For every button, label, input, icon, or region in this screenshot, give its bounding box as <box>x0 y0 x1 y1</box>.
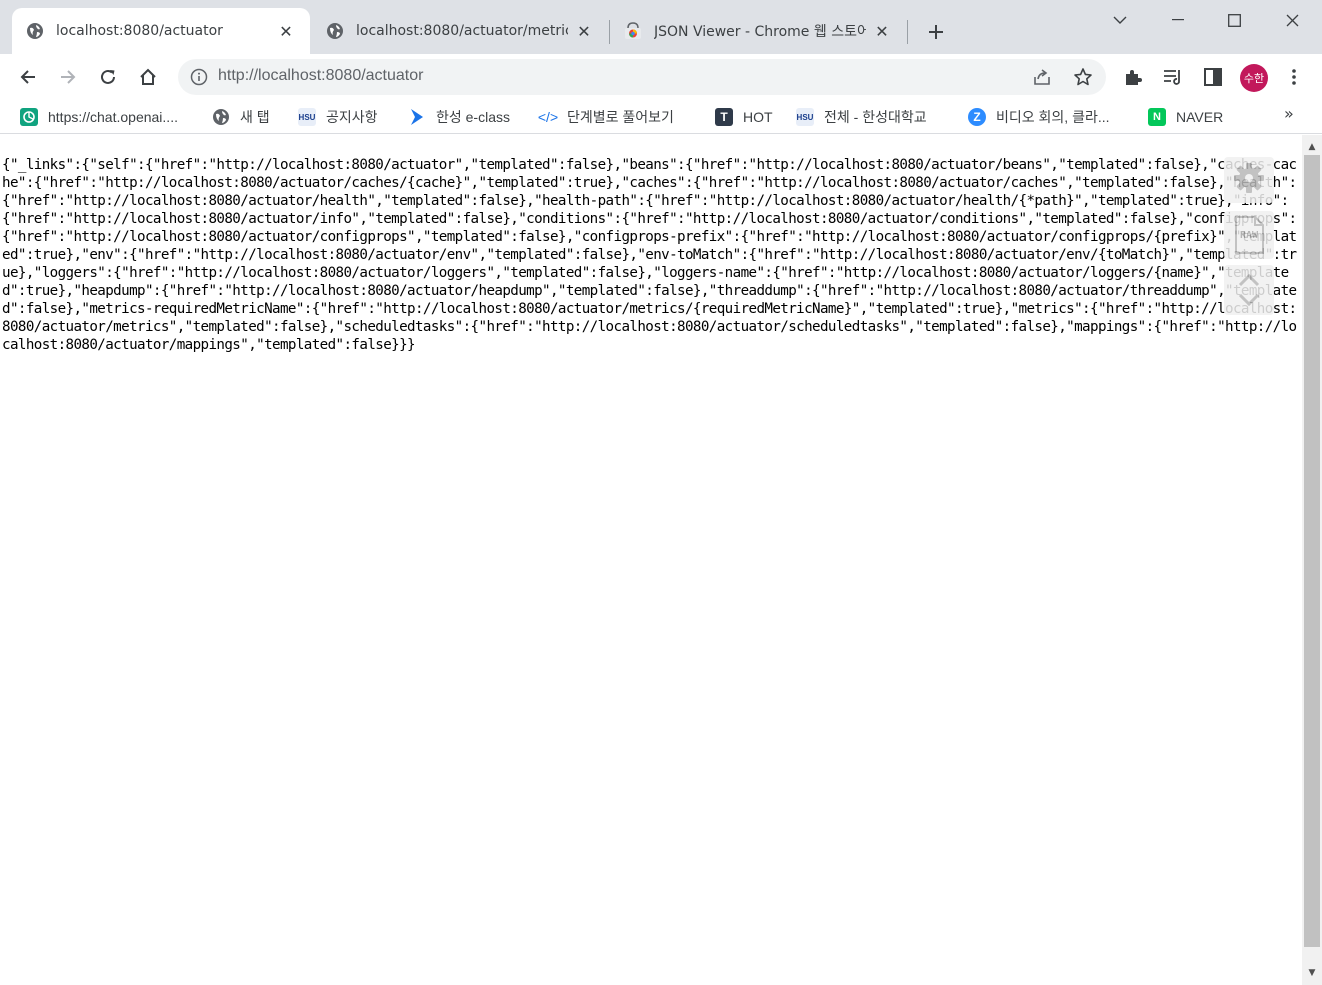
profile-avatar[interactable]: 수한 <box>1240 64 1268 92</box>
chevron-down-icon <box>1238 293 1260 307</box>
page-content: {"_links":{"self":{"href":"http://localh… <box>0 135 1302 985</box>
minimize-button[interactable] <box>1156 6 1200 34</box>
bookmark-label: HOT <box>743 109 773 125</box>
naver-icon: N <box>1148 108 1166 126</box>
bookmark-label: 단계별로 풀어보기 <box>567 109 674 125</box>
bookmark-hot[interactable]: T HOT <box>715 105 773 129</box>
side-panel-icon[interactable] <box>1201 65 1225 89</box>
raw-label: RAW <box>1239 230 1259 241</box>
tab-title: JSON Viewer - Chrome 웹 스토어 <box>654 24 866 40</box>
close-icon[interactable]: ✕ <box>574 21 594 41</box>
address-bar[interactable]: http://localhost:8080/actuator <box>178 59 1106 95</box>
bookmark-label: 전체 - 한성대학교 <box>824 109 927 125</box>
browser-toolbar: http://localhost:8080/actuator 수한 <box>0 54 1322 100</box>
bookmarks-overflow-button[interactable]: » <box>1284 104 1294 123</box>
bookmark-label: 비디오 회의, 클라... <box>996 109 1110 125</box>
bookmark-label: 새 탭 <box>240 109 270 125</box>
tab-title: localhost:8080/actuator/metrics/ <box>356 23 568 39</box>
info-icon[interactable] <box>190 68 208 86</box>
tab-actuator[interactable]: localhost:8080/actuator ✕ <box>12 8 310 54</box>
bookmark-zoom[interactable]: Z 비디오 회의, 클라... <box>968 105 1110 129</box>
bookmark-hansung-all[interactable]: HSU 전체 - 한성대학교 <box>796 105 927 129</box>
bookmarks-bar: https://chat.openai.... 새 탭 HSU 공지사항 한성 … <box>0 100 1322 134</box>
chrome-webstore-icon <box>624 22 642 40</box>
json-viewer-settings-button[interactable] <box>1224 157 1274 203</box>
extensions-icon[interactable] <box>1121 65 1145 89</box>
bookmark-label: 공지사항 <box>326 109 378 125</box>
bookmark-notice[interactable]: HSU 공지사항 <box>298 105 378 129</box>
reload-button[interactable] <box>92 61 124 93</box>
globe-icon <box>212 108 230 126</box>
scroll-down-arrow[interactable]: ▼ <box>1302 965 1322 981</box>
bookmark-eclass[interactable]: 한성 e-class <box>408 105 510 129</box>
hansung-logo-icon: HSU <box>796 108 814 126</box>
maximize-button[interactable] <box>1212 6 1256 34</box>
json-viewer-collapse-expand-button[interactable] <box>1224 265 1274 315</box>
gear-icon <box>1232 161 1266 199</box>
tab-separator <box>907 20 908 44</box>
bookmark-naver[interactable]: N NAVER <box>1148 105 1223 129</box>
tab-json-viewer[interactable]: JSON Viewer - Chrome 웹 스토어 ✕ <box>610 8 906 54</box>
bookmark-openai[interactable]: https://chat.openai.... <box>20 105 178 129</box>
close-icon[interactable]: ✕ <box>276 21 296 41</box>
json-viewer-raw-button[interactable]: RAW <box>1224 211 1274 259</box>
globe-icon <box>326 22 344 40</box>
close-icon[interactable]: ✕ <box>872 21 892 41</box>
bookmark-label: https://chat.openai.... <box>48 109 178 125</box>
vertical-scrollbar[interactable]: ▲ ▼ <box>1302 135 1322 985</box>
home-button[interactable] <box>132 61 164 93</box>
bookmark-label: 한성 e-class <box>436 109 510 125</box>
hansung-logo-icon: HSU <box>298 108 316 126</box>
bookmark-new-tab[interactable]: 새 탭 <box>212 105 270 129</box>
bookmark-label: NAVER <box>1176 109 1224 125</box>
media-control-icon[interactable] <box>1161 65 1185 89</box>
scroll-up-arrow[interactable]: ▲ <box>1302 139 1322 155</box>
tab-search-icon[interactable] <box>1098 6 1142 34</box>
scroll-thumb[interactable] <box>1304 155 1320 947</box>
share-icon[interactable] <box>1030 65 1054 89</box>
openai-icon <box>20 108 38 126</box>
bookmark-step-by-step[interactable]: </> 단계별로 풀어보기 <box>537 105 674 129</box>
tab-title: localhost:8080/actuator <box>56 23 223 39</box>
t-icon: T <box>715 108 733 126</box>
globe-icon <box>26 22 44 40</box>
new-tab-button[interactable] <box>922 18 950 46</box>
chevron-up-icon <box>1238 273 1260 287</box>
code-icon: </> <box>537 109 559 125</box>
back-button[interactable] <box>12 61 44 93</box>
tab-metrics[interactable]: localhost:8080/actuator/metrics/ ✕ <box>312 8 608 54</box>
forward-button[interactable] <box>52 61 84 93</box>
zoom-icon: Z <box>968 108 986 126</box>
json-raw-text: {"_links":{"self":{"href":"http://localh… <box>2 157 1297 353</box>
url-text[interactable]: http://localhost:8080/actuator <box>218 67 423 85</box>
close-window-button[interactable] <box>1270 6 1314 34</box>
tab-strip: localhost:8080/actuator ✕ localhost:8080… <box>0 0 1322 54</box>
bookmark-star-icon[interactable] <box>1071 65 1095 89</box>
menu-kebab-icon[interactable] <box>1282 65 1306 89</box>
eclass-icon <box>408 108 426 126</box>
